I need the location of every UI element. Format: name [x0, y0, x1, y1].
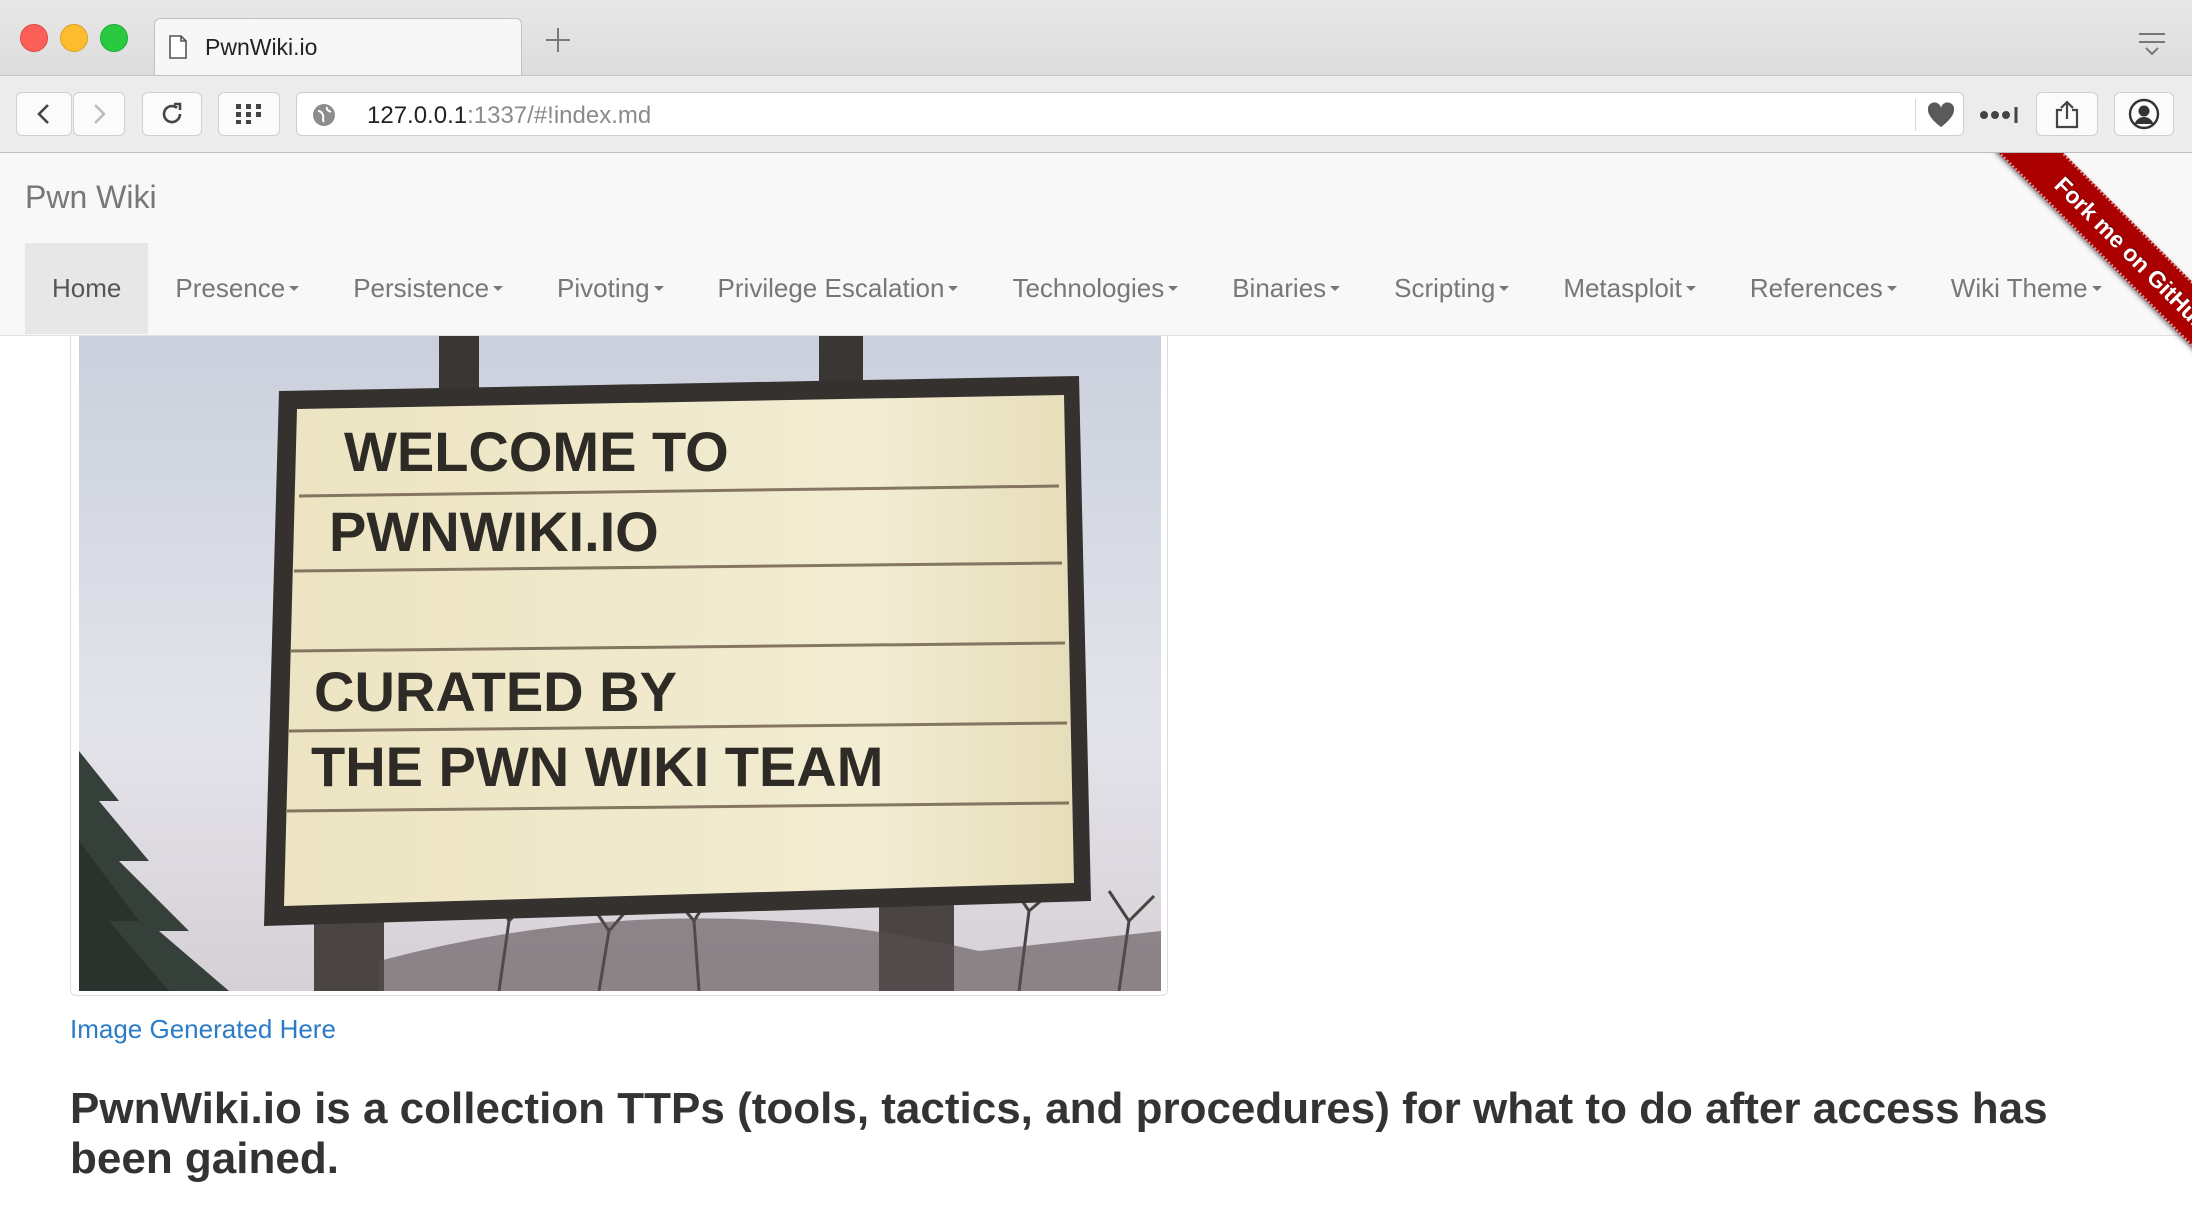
- sign-line-4: THE PWN WIKI TEAM: [311, 735, 883, 798]
- caret-down-icon: [653, 286, 664, 291]
- nav-item-pivoting[interactable]: Pivoting: [530, 243, 691, 334]
- top-sites-button[interactable]: [218, 92, 280, 136]
- nav-label: Persistence: [353, 273, 490, 303]
- caret-down-icon: [948, 286, 959, 291]
- image-generated-link[interactable]: Image Generated Here: [70, 1014, 336, 1045]
- nav-item-home[interactable]: Home: [25, 243, 149, 334]
- caret-down-icon: [1330, 286, 1341, 291]
- nav-label: Scripting: [1394, 273, 1496, 303]
- forward-button[interactable]: [73, 92, 125, 136]
- page-headline: PwnWiki.io is a collection TTPs (tools, …: [70, 1084, 2048, 1183]
- chevron-left-icon: [37, 104, 49, 124]
- nav-item-scripting[interactable]: Scripting: [1367, 243, 1536, 334]
- welcome-sign-image: WELCOME TO PWNWIKI.IO CURATED BY THE PWN…: [70, 320, 1168, 996]
- nav-label: References: [1749, 273, 1883, 303]
- reload-icon: [162, 102, 182, 124]
- caret-down-icon: [1886, 286, 1897, 291]
- heart-icon[interactable]: [1925, 101, 1957, 129]
- nav-item-persistence[interactable]: Persistence: [326, 243, 530, 334]
- url-host: 127.0.0.1: [367, 102, 468, 129]
- user-icon: [2128, 98, 2160, 130]
- github-ribbon-container: Fork me on GitHub: [1932, 153, 2192, 413]
- more-icon[interactable]: [1978, 104, 2022, 126]
- sign-line-1: WELCOME TO: [344, 420, 729, 483]
- fork-me-on-github-ribbon[interactable]: Fork me on GitHub: [1995, 153, 2192, 391]
- site-brand[interactable]: Pwn Wiki: [25, 179, 157, 216]
- close-window-button[interactable]: [20, 24, 48, 52]
- caret-down-icon: [1168, 286, 1179, 291]
- caret-down-icon: [493, 286, 504, 291]
- minimize-window-button[interactable]: [60, 24, 88, 52]
- nav-label: Home: [52, 273, 122, 303]
- nav-label: Technologies: [1012, 273, 1165, 303]
- reload-button[interactable]: [142, 92, 202, 136]
- welcome-sign-picture: WELCOME TO PWNWIKI.IO CURATED BY THE PWN…: [79, 321, 1161, 991]
- nav-label: Pivoting: [557, 273, 650, 303]
- zoom-window-button[interactable]: [100, 24, 128, 52]
- nav-item-binaries[interactable]: Binaries: [1205, 243, 1367, 334]
- account-button[interactable]: [2114, 92, 2174, 136]
- browser-title-bar: PwnWiki.io: [0, 0, 2192, 76]
- sign-line-2: PWNWIKI.IO: [329, 500, 659, 563]
- site-navbar: Pwn Wiki Home Presence Persistence Pivot…: [0, 153, 2192, 336]
- nav-item-technologies[interactable]: Technologies: [985, 243, 1205, 334]
- address-bar[interactable]: 127.0.0.1:1337/#!index.md: [296, 92, 1964, 136]
- nav-label: Metasploit: [1563, 273, 1682, 303]
- browser-toolbar: 127.0.0.1:1337/#!index.md: [0, 76, 2192, 153]
- url-text: 127.0.0.1:1337/#!index.md: [367, 102, 651, 130]
- browser-tab[interactable]: PwnWiki.io: [154, 18, 522, 75]
- tab-overview-icon[interactable]: [2136, 30, 2168, 56]
- share-icon: [2055, 100, 2079, 129]
- url-divider: [1915, 99, 1916, 131]
- nav-item-presence[interactable]: Presence: [148, 243, 326, 334]
- caret-down-icon: [1499, 286, 1510, 291]
- nav-item-references[interactable]: References: [1723, 243, 1924, 334]
- tab-title: PwnWiki.io: [205, 34, 318, 60]
- nav-label: Privilege Escalation: [717, 273, 945, 303]
- nav-label: Presence: [175, 273, 286, 303]
- caret-down-icon: [1685, 286, 1696, 291]
- globe-icon: [313, 104, 335, 126]
- nav-item-metasploit[interactable]: Metasploit: [1536, 243, 1723, 334]
- grid-icon: [236, 104, 261, 124]
- url-path: :1337/#!index.md: [467, 102, 652, 129]
- chevron-right-icon: [94, 104, 106, 124]
- document-icon: [169, 35, 187, 59]
- back-button[interactable]: [16, 92, 72, 136]
- sign-line-3: CURATED BY: [314, 660, 677, 723]
- nav-item-privilege-escalation[interactable]: Privilege Escalation: [691, 243, 986, 334]
- caret-down-icon: [289, 286, 300, 291]
- nav-label: Binaries: [1232, 273, 1327, 303]
- plus-icon[interactable]: [543, 25, 573, 55]
- nav-menu: Home Presence Persistence Pivoting Privi…: [25, 243, 2129, 334]
- share-button[interactable]: [2036, 92, 2098, 136]
